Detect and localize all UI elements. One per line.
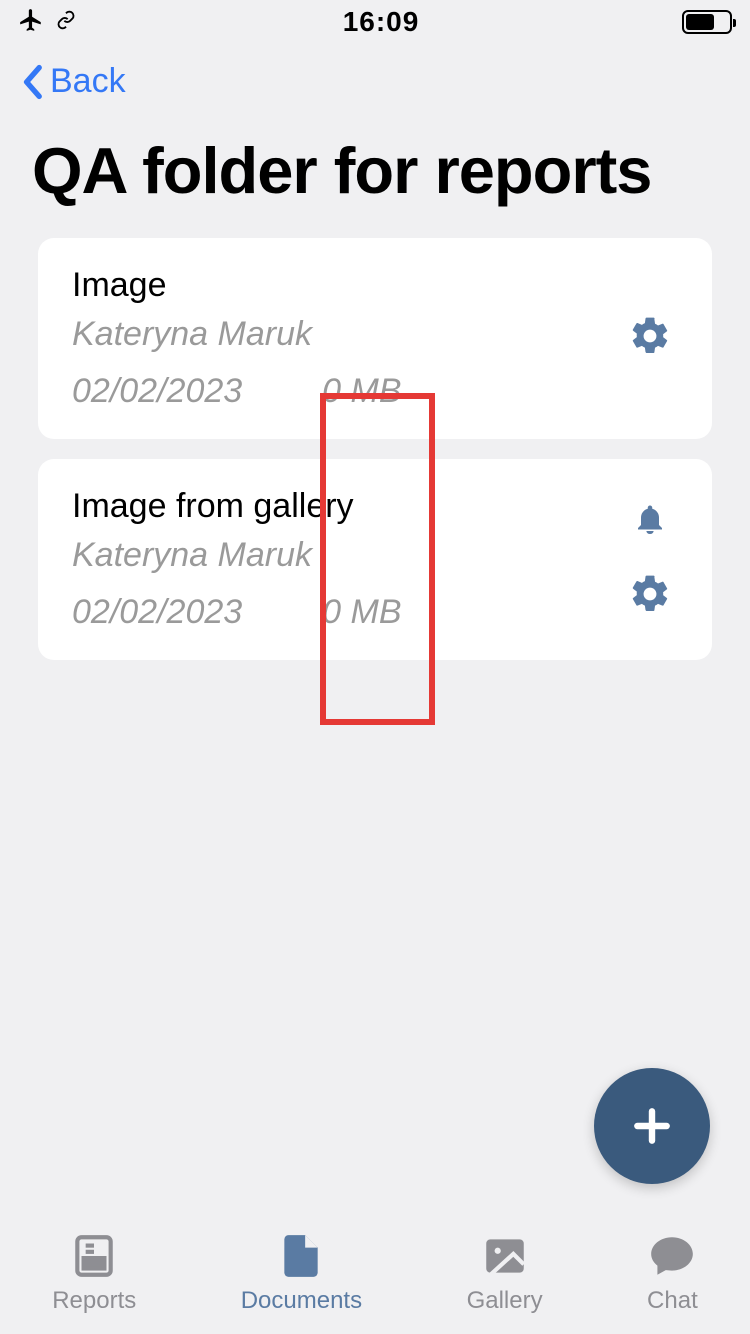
tab-documents[interactable]: Documents <box>241 1231 362 1315</box>
document-date: 02/02/2023 <box>72 372 242 411</box>
document-author: Kateryna Maruk <box>72 315 628 354</box>
tab-chat[interactable]: Chat <box>647 1231 698 1315</box>
status-bar: 16:09 <box>0 0 750 44</box>
card-info: Image from gallery Kateryna Maruk 02/02/… <box>72 487 628 632</box>
notification-icon[interactable] <box>632 499 668 544</box>
link-icon <box>52 10 80 35</box>
status-left <box>18 7 80 38</box>
card-info: Image Kateryna Maruk 02/02/2023 0 MB <box>72 266 628 411</box>
battery-icon <box>682 10 732 34</box>
tab-gallery[interactable]: Gallery <box>467 1231 543 1315</box>
chat-icon <box>647 1231 697 1281</box>
document-card[interactable]: Image from gallery Kateryna Maruk 02/02/… <box>38 459 712 660</box>
tab-label: Gallery <box>467 1287 543 1315</box>
reports-icon <box>69 1231 119 1281</box>
back-label: Back <box>50 62 126 101</box>
tab-label: Chat <box>647 1287 698 1315</box>
settings-icon[interactable] <box>628 314 672 363</box>
back-button[interactable]: Back <box>0 44 750 109</box>
document-author: Kateryna Maruk <box>72 536 628 575</box>
add-button[interactable] <box>594 1068 710 1184</box>
card-actions <box>628 499 678 621</box>
document-title: Image from gallery <box>72 487 628 526</box>
chevron-left-icon <box>20 64 44 100</box>
status-right <box>682 10 732 34</box>
document-list: Image Kateryna Maruk 02/02/2023 0 MB Ima… <box>0 238 750 660</box>
document-size: 0 MB <box>322 372 401 411</box>
page-title: QA folder for reports <box>0 109 750 238</box>
status-time: 16:09 <box>343 6 420 38</box>
airplane-mode-icon <box>18 7 44 38</box>
tab-bar: Reports Documents Gallery Chat <box>0 1216 750 1334</box>
settings-icon[interactable] <box>628 572 672 621</box>
plus-icon <box>630 1104 674 1148</box>
gallery-icon <box>480 1231 530 1281</box>
card-actions <box>628 314 678 363</box>
document-date: 02/02/2023 <box>72 593 242 632</box>
documents-icon <box>276 1231 326 1281</box>
document-title: Image <box>72 266 628 305</box>
document-card[interactable]: Image Kateryna Maruk 02/02/2023 0 MB <box>38 238 712 439</box>
tab-reports[interactable]: Reports <box>52 1231 136 1315</box>
tab-label: Documents <box>241 1287 362 1315</box>
tab-label: Reports <box>52 1287 136 1315</box>
document-size: 0 MB <box>322 593 401 632</box>
